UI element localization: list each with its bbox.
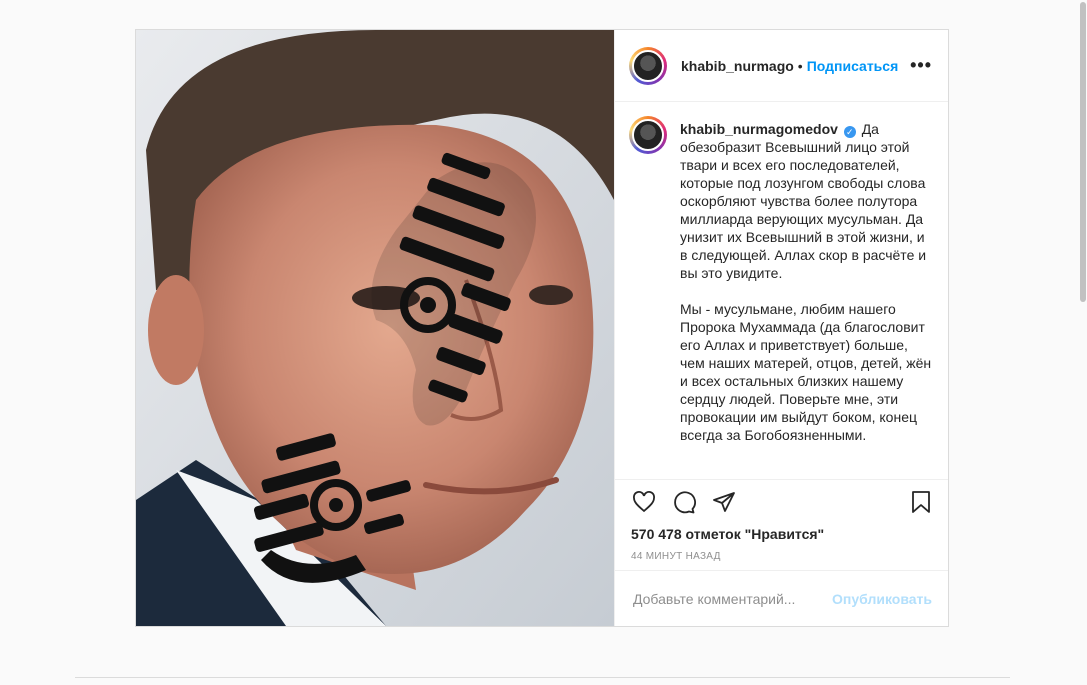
caption-text: khabib_nurmagomedov ✓ Да обезобразит Все… xyxy=(680,120,934,479)
comment-bar: Опубликовать xyxy=(615,571,948,626)
caption-author-link[interactable]: khabib_nurmagomedov xyxy=(680,121,838,137)
caption-paragraph-2: Мы - мусульмане, любим нашего Пророка Му… xyxy=(680,301,932,443)
avatar-image xyxy=(632,49,664,82)
publish-button[interactable]: Опубликовать xyxy=(832,591,932,607)
caption-section: khabib_nurmagomedov ✓ Да обезобразит Все… xyxy=(615,102,948,480)
action-bar xyxy=(615,480,948,524)
verified-badge-icon: ✓ xyxy=(843,126,856,138)
likes-count[interactable]: 570 478 отметок "Нравится" xyxy=(615,524,948,544)
heart-icon[interactable] xyxy=(631,489,657,515)
post-header: khabib_nurmago • Подписаться ••• xyxy=(615,30,948,102)
scrollbar[interactable] xyxy=(1078,0,1087,685)
comment-input[interactable] xyxy=(631,589,825,608)
comment-icon[interactable] xyxy=(671,489,697,515)
caption-paragraph-1: Да обезобразит Всевышний лицо этой твари… xyxy=(680,121,927,281)
post-photo xyxy=(136,30,614,626)
caption-avatar[interactable] xyxy=(629,116,667,154)
post-timestamp: 44 минут назад xyxy=(615,544,948,571)
post-image[interactable] xyxy=(136,30,614,626)
more-horizontal-icon[interactable]: ••• xyxy=(910,55,932,76)
share-icon[interactable] xyxy=(711,489,737,515)
scrollbar-thumb[interactable] xyxy=(1080,2,1086,302)
post-sidebar: khabib_nurmago • Подписаться ••• khabib_… xyxy=(614,30,948,626)
username-link[interactable]: khabib_nurmago xyxy=(681,58,794,74)
avatar[interactable] xyxy=(629,46,667,85)
bookmark-icon[interactable] xyxy=(908,489,934,515)
separator-dot: • xyxy=(797,57,803,74)
avatar-image xyxy=(632,119,664,151)
divider xyxy=(75,677,1010,678)
follow-button[interactable]: Подписаться xyxy=(807,58,899,74)
post-card: khabib_nurmago • Подписаться ••• khabib_… xyxy=(135,29,949,627)
